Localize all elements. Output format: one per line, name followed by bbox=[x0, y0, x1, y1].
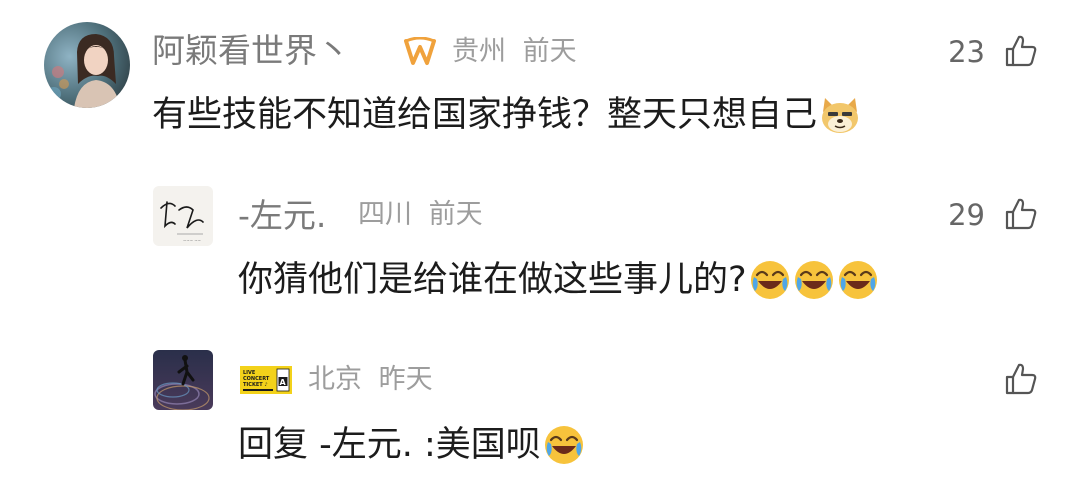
laugh-cry-emoji bbox=[794, 261, 833, 299]
svg-text:A: A bbox=[280, 378, 287, 387]
location: 贵州 bbox=[452, 36, 506, 67]
username[interactable]: 阿颖看世界丶 bbox=[152, 34, 350, 67]
comment-meta: 四川 前天 bbox=[358, 201, 483, 228]
time: 昨天 bbox=[378, 364, 433, 395]
thumbs-up-icon[interactable] bbox=[1003, 33, 1039, 69]
like-count: 29 bbox=[948, 198, 985, 232]
laugh-cry-emoji bbox=[544, 426, 583, 464]
doge-emoji bbox=[822, 98, 859, 133]
laugh-cry-emoji bbox=[838, 261, 877, 299]
like-count: 23 bbox=[948, 35, 985, 69]
avatar[interactable]: ~~~ ~~ bbox=[153, 186, 213, 246]
avatar[interactable] bbox=[153, 350, 213, 410]
laugh-cry-emoji bbox=[750, 261, 789, 299]
comment-text: 有些技能不知道给国家挣钱？整天只想自己 bbox=[152, 94, 861, 136]
vip-badge-icon bbox=[404, 37, 436, 65]
svg-text:TICKET ♪: TICKET ♪ bbox=[243, 382, 268, 388]
svg-text:~~~ ~~: ~~~ ~~ bbox=[183, 238, 201, 243]
comment-meta: 北京 昨天 bbox=[308, 366, 433, 393]
thumbs-up-icon[interactable] bbox=[1003, 361, 1039, 397]
location: 四川 bbox=[358, 199, 412, 230]
comment-text: 你猜他们是给谁在做这些事儿的? bbox=[238, 259, 879, 301]
time: 前天 bbox=[428, 199, 483, 230]
comment-meta: 贵州 前天 bbox=[452, 38, 577, 65]
avatar[interactable] bbox=[44, 22, 130, 108]
comment-text: 回复 -左元. :美国呗 bbox=[238, 424, 585, 466]
thumbs-up-icon[interactable] bbox=[1003, 196, 1039, 232]
username[interactable]: -左元. bbox=[238, 199, 326, 232]
time: 前天 bbox=[522, 36, 577, 67]
concert-ticket-badge-icon: A LIVE CONCERT TICKET ♪ bbox=[240, 366, 292, 394]
location: 北京 bbox=[308, 364, 362, 395]
